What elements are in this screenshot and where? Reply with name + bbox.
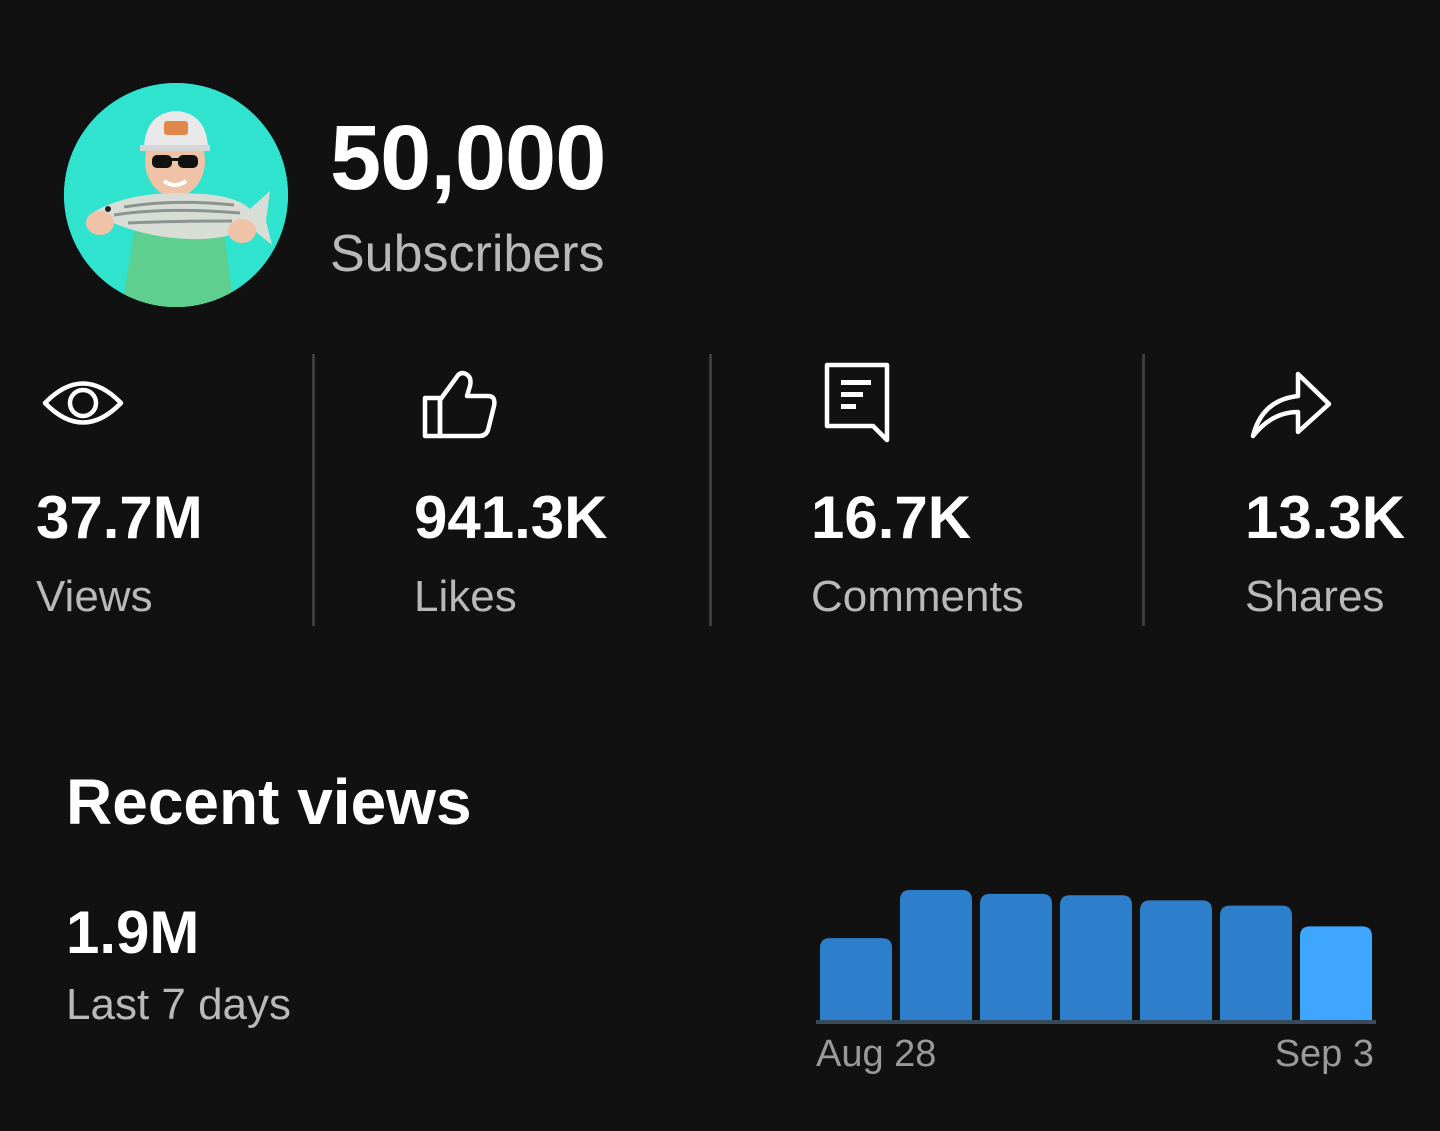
recent-views-period: Last 7 days <box>66 980 292 1029</box>
x-tick-label-start: Aug 28 <box>816 1033 936 1075</box>
chart-bar-aug-30[interactable] <box>980 893 1052 1020</box>
stat-divider <box>1142 354 1145 626</box>
stat-divider <box>312 354 315 626</box>
stat-divider <box>709 354 712 626</box>
chart-baseline <box>816 1020 1376 1024</box>
subscriber-label: Subscribers <box>330 225 605 283</box>
comments-label: Comments <box>811 572 1024 621</box>
x-tick-label-end: Sep 3 <box>1275 1033 1374 1075</box>
shares-value: 13.3K <box>1245 484 1406 551</box>
comments-value: 16.7K <box>811 484 972 551</box>
subscriber-count: 50,000 <box>330 107 606 209</box>
bar-chart-svg: Aug 28 Sep 3 <box>816 890 1376 1075</box>
views-value: 37.7M <box>36 484 203 551</box>
recent-views-total: 1.9M <box>66 899 200 966</box>
likes-value: 941.3K <box>414 484 608 551</box>
eye-icon <box>42 372 124 434</box>
chart-bar-aug-31[interactable] <box>1060 895 1132 1020</box>
share-arrow-icon <box>1250 366 1332 440</box>
shares-label: Shares <box>1245 572 1385 621</box>
chart-bar-sep-1[interactable] <box>1140 900 1212 1020</box>
recent-views-chart[interactable]: Aug 28 Sep 3 <box>810 870 1390 1085</box>
channel-avatar[interactable] <box>64 83 288 307</box>
likes-label: Likes <box>414 572 517 621</box>
chart-bar-sep-3[interactable] <box>1300 926 1372 1020</box>
comment-icon <box>824 362 892 444</box>
recent-views-title: Recent views <box>66 766 472 838</box>
avatar-photo <box>64 83 288 307</box>
chart-bar-sep-2[interactable] <box>1220 905 1292 1020</box>
chart-bar-aug-29[interactable] <box>900 890 972 1020</box>
thumbs-up-icon <box>422 368 498 440</box>
chart-bar-aug-28[interactable] <box>820 938 892 1020</box>
views-label: Views <box>36 572 153 621</box>
